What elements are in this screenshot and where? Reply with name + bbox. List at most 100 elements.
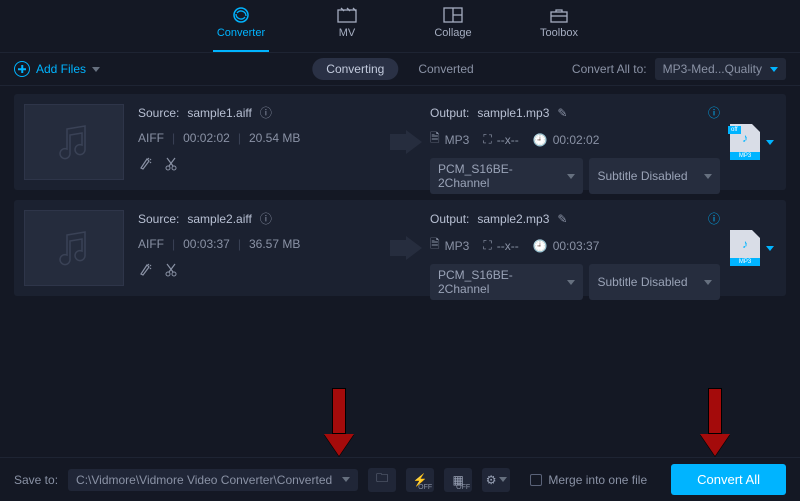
output-format-column: ♪ MP3 — [720, 210, 774, 286]
gear-icon: ⚙ — [486, 473, 497, 487]
convert-all-button[interactable]: Convert All — [671, 464, 786, 495]
arrow-icon — [382, 210, 430, 286]
file-row: Source: sample1.aiff ⓘ AIFF| 00:02:02| 2… — [14, 94, 786, 190]
file-icon: 🗎 — [430, 129, 440, 150]
chevron-down-icon — [92, 67, 100, 72]
subtitle-dropdown[interactable]: Subtitle Disabled — [589, 264, 720, 300]
music-note-icon — [53, 227, 95, 269]
output-label: Output: — [430, 106, 469, 120]
edit-icon[interactable]: ✎ — [557, 212, 567, 226]
info-icon[interactable]: ⓘ — [708, 210, 720, 227]
merge-label: Merge into one file — [548, 473, 647, 487]
convert-all-to-label: Convert All to: — [572, 62, 647, 76]
plus-icon — [14, 61, 30, 77]
collage-icon — [442, 6, 464, 24]
tab-converted[interactable]: Converted — [404, 58, 487, 80]
source-format: AIFF — [138, 131, 164, 145]
chevron-down-icon — [499, 477, 507, 482]
save-to-label: Save to: — [14, 473, 58, 487]
status-tabs: Converting Converted — [312, 58, 487, 80]
save-path-dropdown[interactable]: C:\Vidmore\Vidmore Video Converter\Conve… — [68, 469, 358, 491]
chevron-down-icon — [567, 280, 575, 285]
file-format-icon: ♪ MP3 — [730, 230, 760, 266]
toolbox-icon — [548, 6, 570, 24]
source-format: AIFF — [138, 237, 164, 251]
chevron-down-icon — [704, 174, 712, 179]
source-label: Source: — [138, 212, 179, 226]
info-icon[interactable]: ⓘ — [260, 104, 272, 121]
arrow-icon — [382, 104, 430, 180]
file-format-icon: off ♪ MP3 — [730, 124, 760, 160]
source-size: 20.54 MB — [249, 131, 300, 145]
resolution-icon: ⛶ — [483, 132, 491, 147]
chevron-down-icon — [766, 140, 774, 145]
add-files-label: Add Files — [36, 62, 86, 76]
output-column: Output: sample1.mp3 ✎ ⓘ 🗎MP3 ⛶--x-- 🕘00:… — [430, 104, 720, 180]
output-format-value: MP3-Med...Quality — [663, 62, 762, 76]
effects-icon[interactable] — [138, 157, 152, 174]
tab-converter[interactable]: Converter — [213, 6, 269, 52]
thumbnail[interactable] — [24, 210, 124, 286]
output-format-button[interactable]: off ♪ MP3 — [730, 124, 774, 160]
open-folder-button[interactable]: 🗀 — [368, 468, 396, 492]
high-speed-button[interactable]: ▦OFF — [444, 468, 472, 492]
convert-all-to: Convert All to: MP3-Med...Quality — [572, 58, 786, 80]
settings-button[interactable]: ⚙ — [482, 468, 510, 492]
tab-converting[interactable]: Converting — [312, 58, 398, 80]
edit-icon[interactable]: ✎ — [557, 106, 567, 120]
tab-mv[interactable]: MV — [319, 6, 375, 52]
chevron-down-icon — [770, 67, 778, 72]
source-filename: sample2.aiff — [187, 212, 251, 226]
clock-icon: 🕘 — [533, 133, 548, 147]
mv-icon — [336, 6, 358, 24]
file-icon: 🗎 — [430, 235, 440, 256]
checkbox-icon — [530, 474, 542, 486]
toolbar: Add Files Converting Converted Convert A… — [0, 52, 800, 86]
resolution-icon: ⛶ — [483, 238, 491, 253]
source-label: Source: — [138, 106, 179, 120]
tab-converter-label: Converter — [217, 27, 265, 39]
audio-codec-dropdown[interactable]: PCM_S16BE-2Channel — [430, 158, 583, 194]
annotation-arrow — [700, 388, 730, 460]
tab-collage-label: Collage — [434, 27, 471, 39]
source-duration: 00:02:02 — [183, 131, 230, 145]
top-nav: Converter MV Collage Toolbox — [0, 0, 800, 52]
converter-icon — [230, 6, 252, 24]
info-icon[interactable]: ⓘ — [708, 104, 720, 121]
folder-icon: 🗀 — [376, 469, 388, 490]
chevron-down-icon — [567, 174, 575, 179]
source-duration: 00:03:37 — [183, 237, 230, 251]
source-column: Source: sample1.aiff ⓘ AIFF| 00:02:02| 2… — [124, 104, 382, 180]
effects-icon[interactable] — [138, 263, 152, 280]
output-filename: sample1.mp3 — [477, 106, 549, 120]
chevron-down-icon — [766, 246, 774, 251]
source-column: Source: sample2.aiff ⓘ AIFF| 00:03:37| 3… — [124, 210, 382, 286]
thumbnail[interactable] — [24, 104, 124, 180]
add-files-button[interactable]: Add Files — [14, 61, 100, 77]
tab-toolbox[interactable]: Toolbox — [531, 6, 587, 52]
cut-icon[interactable] — [164, 263, 178, 280]
source-filename: sample1.aiff — [187, 106, 251, 120]
output-column: Output: sample2.mp3 ✎ ⓘ 🗎MP3 ⛶--x-- 🕘00:… — [430, 210, 720, 286]
hardware-accel-button[interactable]: ⚡OFF — [406, 468, 434, 492]
output-filename: sample2.mp3 — [477, 212, 549, 226]
file-list: Source: sample1.aiff ⓘ AIFF| 00:02:02| 2… — [0, 86, 800, 314]
audio-codec-dropdown[interactable]: PCM_S16BE-2Channel — [430, 264, 583, 300]
music-note-icon — [53, 121, 95, 163]
output-format-column: off ♪ MP3 — [720, 104, 774, 180]
tab-toolbox-label: Toolbox — [540, 27, 578, 39]
merge-checkbox[interactable]: Merge into one file — [530, 473, 647, 487]
footer: Save to: C:\Vidmore\Vidmore Video Conver… — [0, 457, 800, 501]
output-format-dropdown[interactable]: MP3-Med...Quality — [655, 58, 786, 80]
cut-icon[interactable] — [164, 157, 178, 174]
tab-collage[interactable]: Collage — [425, 6, 481, 52]
tab-mv-label: MV — [339, 27, 356, 39]
info-icon[interactable]: ⓘ — [260, 210, 272, 227]
source-size: 36.57 MB — [249, 237, 300, 251]
clock-icon: 🕘 — [533, 239, 548, 253]
output-label: Output: — [430, 212, 469, 226]
output-format-button[interactable]: ♪ MP3 — [730, 230, 774, 266]
annotation-arrow — [324, 388, 354, 460]
chevron-down-icon — [342, 477, 350, 482]
subtitle-dropdown[interactable]: Subtitle Disabled — [589, 158, 720, 194]
